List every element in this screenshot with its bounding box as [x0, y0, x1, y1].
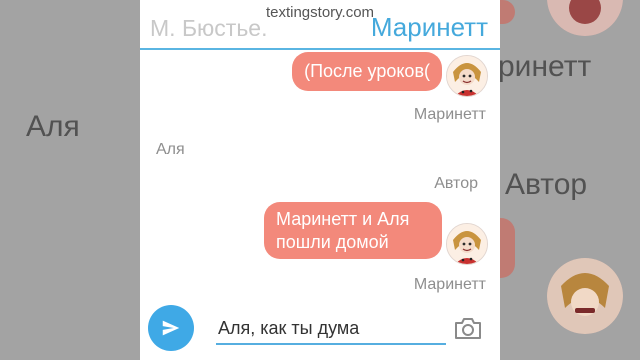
background-bubble: [500, 218, 515, 278]
message-input[interactable]: Аля, как ты дума: [218, 318, 359, 339]
chat-screen: textingstory.com М. Бюстье. Маринетт (По…: [140, 0, 500, 360]
input-underline: [216, 343, 446, 345]
send-button[interactable]: [148, 305, 194, 351]
message-bubble: Маринетт и Аля пошли домой: [264, 202, 442, 259]
background-left: Аля: [0, 0, 140, 360]
watermark: textingstory.com: [265, 4, 375, 21]
sender-label: Маринетт: [413, 276, 486, 293]
sender-label: Аля: [156, 141, 185, 158]
background-sender-text: Аля: [26, 110, 80, 143]
background-sender-text: ринетт: [500, 50, 592, 83]
sender-label: Автор: [434, 175, 478, 192]
camera-button[interactable]: [454, 316, 482, 340]
background-avatar: [547, 258, 623, 334]
avatar: [446, 223, 488, 265]
avatar: [446, 55, 488, 97]
camera-icon: [455, 318, 481, 339]
sender-label: Маринетт: [413, 106, 486, 123]
background-sender-text: Автор: [505, 168, 588, 201]
background-bubble: [500, 0, 515, 24]
send-icon: [162, 320, 180, 336]
message-bubble: (После уроков(: [292, 52, 442, 91]
